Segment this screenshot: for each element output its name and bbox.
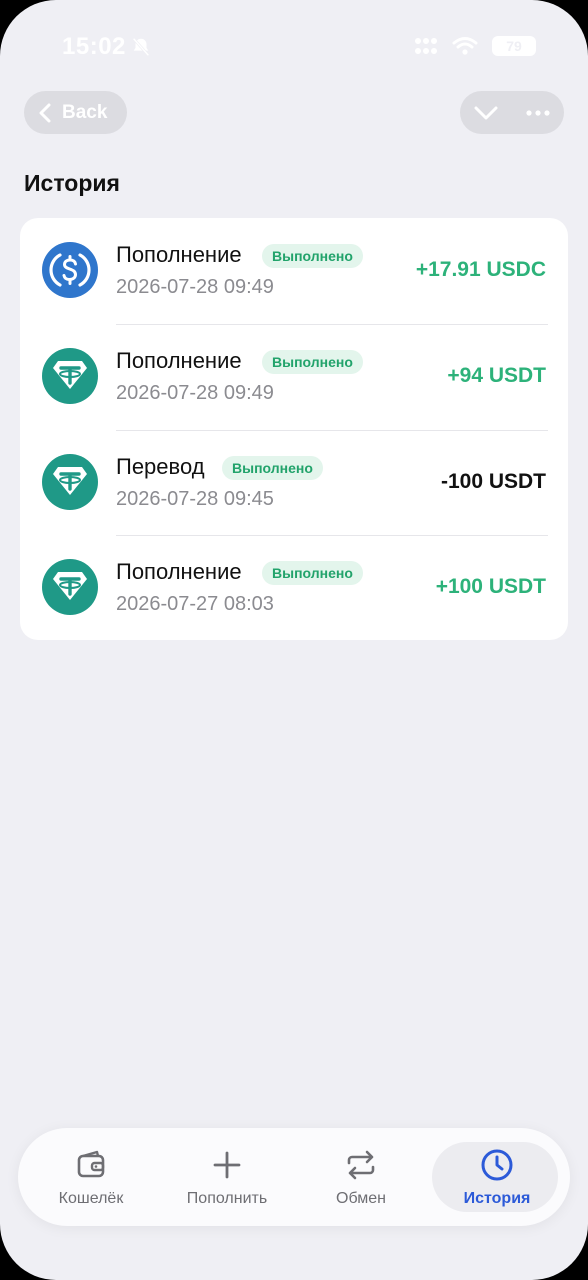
back-button[interactable]: Back (24, 91, 127, 134)
transaction-date: 2026-07-28 09:49 (116, 276, 274, 298)
transaction-type: Пополнение (116, 242, 242, 267)
tab-wallet-label: Кошелёк (58, 1190, 124, 1207)
transaction-amount: +94 USDT (447, 364, 546, 387)
transaction-row[interactable]: Пополнение Выполнено 2026-07-28 09:49 +9… (20, 324, 568, 429)
battery-indicator: 79 (492, 36, 536, 56)
wallet-icon (77, 1150, 105, 1178)
usdc-icon (42, 242, 98, 298)
usdt-icon (42, 454, 98, 510)
tab-exchange-label: Обмен (336, 1190, 386, 1207)
exchange-icon (347, 1150, 375, 1180)
usdt-icon (42, 559, 98, 615)
back-label: Back (62, 101, 108, 123)
collapse-button[interactable] (460, 91, 512, 134)
more-dots-icon (526, 109, 550, 116)
transaction-type: Перевод (116, 454, 205, 479)
transaction-amount: -100 USDT (440, 470, 546, 493)
header-menu-pill (460, 91, 564, 134)
transaction-type: Пополнение (116, 348, 242, 373)
plus-icon (213, 1151, 241, 1179)
wifi-icon (452, 37, 478, 55)
transaction-amount: +17.91 USDC (415, 258, 546, 281)
tab-exchange[interactable]: Обмен (296, 1128, 426, 1226)
tab-topup-label: Пополнить (186, 1190, 268, 1207)
usdt-icon (42, 348, 98, 404)
status-badge: Выполнено (222, 456, 323, 480)
status-indicators: 79 (414, 36, 536, 56)
transaction-amount: +100 USDT (435, 575, 546, 598)
tab-history-label: История (463, 1190, 531, 1207)
status-badge: Выполнено (262, 244, 363, 268)
status-badge: Выполнено (262, 350, 363, 374)
bottom-nav: Кошелёк Пополнить Обмен История (18, 1128, 570, 1226)
transaction-row[interactable]: Перевод Выполнено 2026-07-28 09:45 -100 … (20, 430, 568, 535)
status-badge: Выполнено (262, 561, 363, 585)
chevron-left-icon (39, 103, 51, 122)
clock-icon (481, 1149, 513, 1181)
transactions-list: Пополнение Выполнено 2026-07-28 09:49 +1… (20, 218, 568, 640)
transaction-row[interactable]: Пополнение Выполнено 2026-07-28 09:49 +1… (20, 218, 568, 323)
transaction-date: 2026-07-27 08:03 (116, 593, 274, 615)
tab-topup[interactable]: Пополнить (162, 1128, 292, 1226)
page-title: История (24, 170, 120, 196)
transaction-date: 2026-07-28 09:45 (116, 488, 274, 510)
signal-icon (415, 38, 437, 54)
tab-history[interactable]: История (432, 1128, 562, 1226)
tab-wallet[interactable]: Кошелёк (26, 1128, 156, 1226)
chevron-down-icon (474, 106, 498, 119)
transaction-type: Пополнение (116, 559, 242, 584)
status-time: 15:02 (62, 33, 126, 60)
more-button[interactable] (512, 91, 564, 134)
bell-muted-icon (132, 37, 150, 57)
app-screen: 15:02 79 Back История Пополнение Выполне… (0, 0, 588, 1280)
transaction-row[interactable]: Пополнение Выполнено 2026-07-27 08:03 +1… (20, 535, 568, 640)
transaction-date: 2026-07-28 09:49 (116, 382, 274, 404)
